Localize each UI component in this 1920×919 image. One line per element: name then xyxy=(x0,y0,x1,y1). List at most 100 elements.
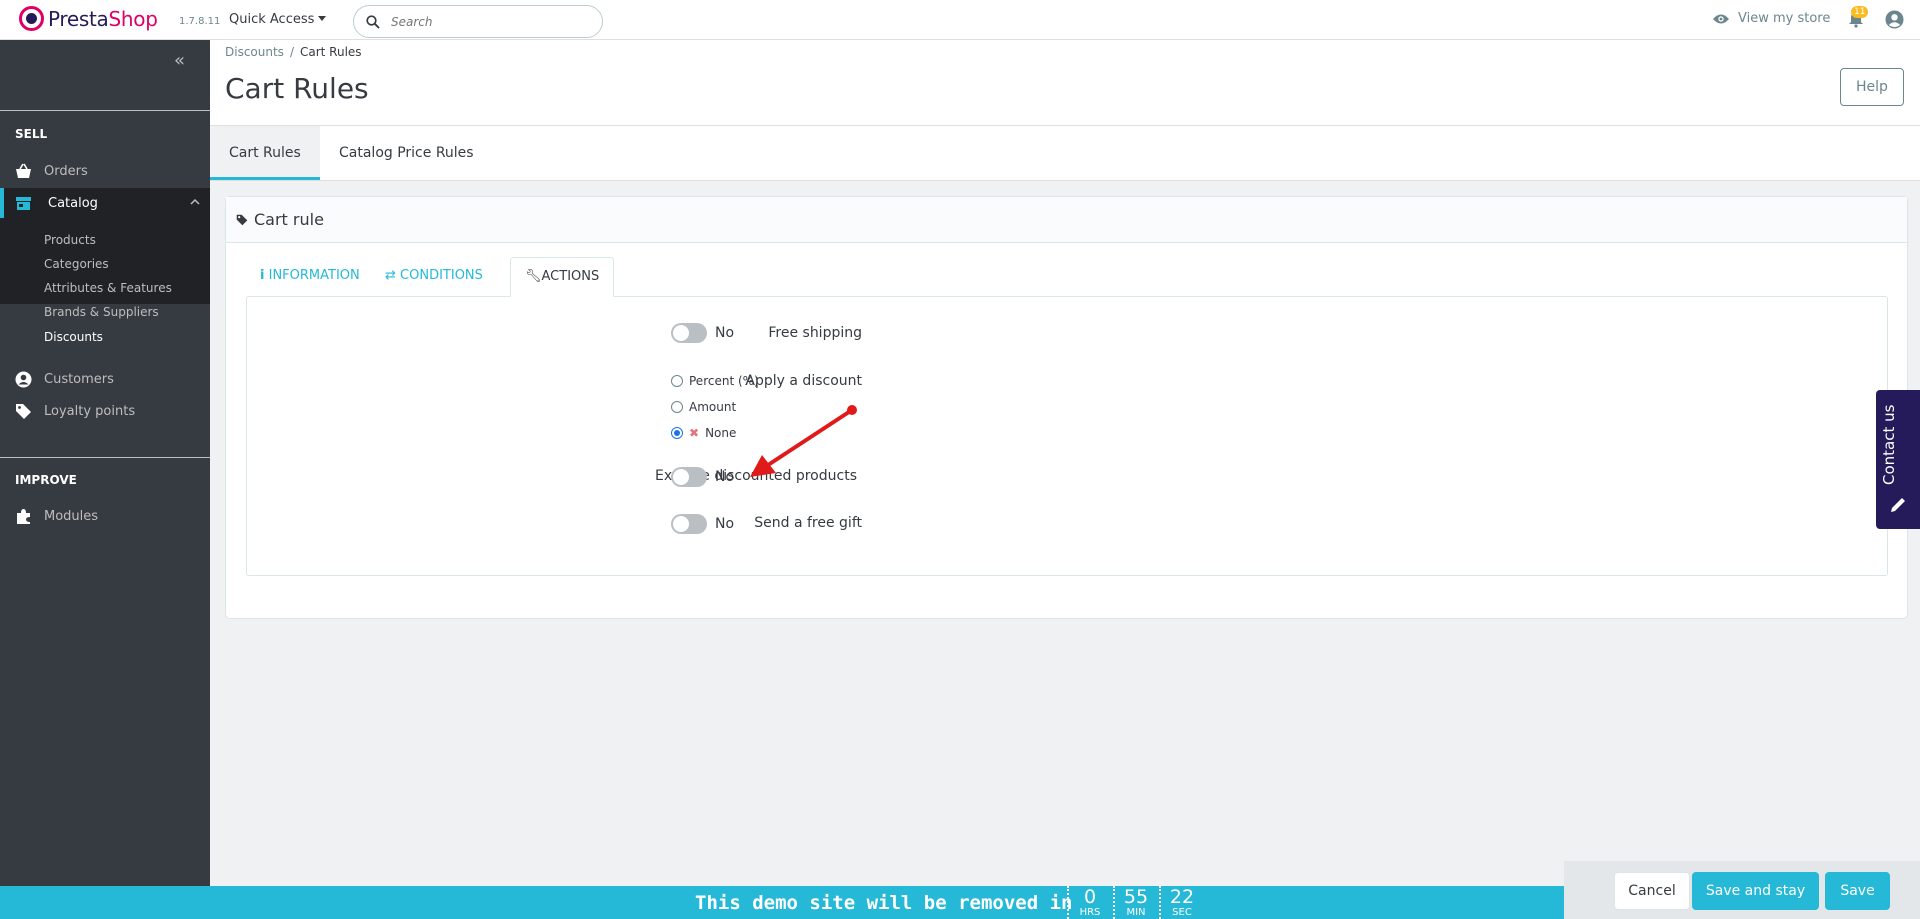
notification-badge: 11 xyxy=(1851,6,1869,18)
sidebar-item-orders[interactable]: Orders xyxy=(0,156,210,186)
view-my-store-link[interactable]: View my store xyxy=(1712,11,1830,26)
top-header: PrestaShop 1.7.8.11 Quick Access View my… xyxy=(0,0,1920,40)
sidebar-subitem-brands[interactable]: Brands & Suppliers xyxy=(44,305,159,319)
option-label: None xyxy=(705,426,737,440)
tab-label: ACTIONS xyxy=(541,269,600,284)
demo-text: This demo site will be removed in xyxy=(695,892,1073,914)
version-label: 1.7.8.11 xyxy=(179,16,221,27)
sidebar-item-modules[interactable]: Modules xyxy=(0,501,210,531)
divider xyxy=(0,457,210,458)
user-icon xyxy=(15,371,32,388)
shuffle-icon: ⇄ xyxy=(385,268,396,283)
breadcrumb-separator: / xyxy=(289,45,294,59)
collapse-sidebar-icon[interactable]: « xyxy=(174,50,185,71)
countdown-minutes: 55 MIN xyxy=(1113,886,1157,919)
apply-discount-label: Apply a discount xyxy=(745,373,862,389)
search-icon xyxy=(366,15,380,29)
panel-title: Cart rule xyxy=(236,210,324,229)
sidebar: « SELL Orders Catalog Products Categorie… xyxy=(0,40,210,886)
exclude-discounted-toggle[interactable] xyxy=(671,467,707,487)
tab-cart-rules[interactable]: Cart Rules xyxy=(210,126,320,180)
page-title: Cart Rules xyxy=(225,72,369,105)
save-button[interactable]: Save xyxy=(1825,872,1890,910)
section-title-sell: SELL xyxy=(15,127,48,141)
info-icon: i xyxy=(260,268,265,283)
discount-option-none[interactable]: ✖ None xyxy=(671,426,736,440)
page-header: Discounts / Cart Rules Cart Rules Help xyxy=(210,40,1920,126)
store-icon xyxy=(16,197,31,210)
tab-actions[interactable]: 🔧︎ACTIONS xyxy=(510,257,615,297)
page-tabs: Cart Rules Catalog Price Rules xyxy=(210,126,1920,181)
tab-conditions[interactable]: ⇄ CONDITIONS xyxy=(371,257,497,297)
panel-header: Cart rule xyxy=(226,197,1907,243)
countdown-value: 0 xyxy=(1083,886,1097,908)
tab-catalog-price-rules[interactable]: Catalog Price Rules xyxy=(320,126,493,180)
countdown-unit: HRS xyxy=(1079,907,1101,918)
countdown-unit: MIN xyxy=(1126,907,1146,918)
tag-icon xyxy=(236,214,248,225)
tab-label: CONDITIONS xyxy=(400,268,483,283)
sidebar-item-label: Customers xyxy=(44,371,114,387)
chevron-up-icon xyxy=(190,198,200,205)
tab-label: INFORMATION xyxy=(268,268,360,283)
sidebar-subitem-categories[interactable]: Categories xyxy=(44,257,109,271)
quick-access-dropdown[interactable]: Quick Access xyxy=(229,12,327,27)
free-gift-toggle[interactable] xyxy=(671,514,707,534)
sidebar-item-label: Loyalty points xyxy=(44,403,136,419)
annotation-arrow xyxy=(750,405,857,477)
eye-icon xyxy=(1713,14,1729,23)
wrench-icon: 🔧︎ xyxy=(525,269,542,284)
discount-option-amount[interactable]: Amount xyxy=(671,400,736,414)
radio-button[interactable] xyxy=(671,375,683,387)
prestashop-logo-icon xyxy=(19,6,44,31)
tag-icon xyxy=(16,404,31,419)
section-title-improve: IMPROVE xyxy=(15,473,77,487)
option-label: Amount xyxy=(689,400,737,414)
prestashop-logo[interactable]: PrestaShop xyxy=(19,6,158,31)
radio-button[interactable] xyxy=(671,401,683,413)
exclude-discounted-value: No xyxy=(715,469,735,485)
countdown-unit: SEC xyxy=(1172,907,1192,918)
logo-text: PrestaShop xyxy=(48,6,158,31)
search-box[interactable] xyxy=(353,5,603,38)
actions-form: Free shipping No Apply a discount Percen… xyxy=(246,296,1888,576)
view-store-label: View my store xyxy=(1738,11,1831,26)
breadcrumb-current: Cart Rules xyxy=(299,45,362,59)
breadcrumb-discounts[interactable]: Discounts xyxy=(225,45,284,59)
breadcrumb: Discounts / Cart Rules xyxy=(225,45,362,59)
free-gift-value: No xyxy=(715,516,735,532)
sidebar-item-label: Orders xyxy=(44,163,88,179)
demo-countdown-bar: This demo site will be removed in 0 HRS 5… xyxy=(0,886,1564,919)
tab-information[interactable]: i INFORMATION xyxy=(246,257,374,297)
close-icon: ✖ xyxy=(689,426,700,440)
sidebar-item-customers[interactable]: Customers xyxy=(0,364,210,394)
countdown-value: 22 xyxy=(1169,886,1195,908)
option-label: Percent (%) xyxy=(689,374,759,388)
sidebar-subitem-products[interactable]: Products xyxy=(44,233,96,247)
cart-rule-panel: Cart rule i INFORMATION ⇄ CONDITIONS 🔧︎A… xyxy=(225,196,1908,619)
countdown-value: 55 xyxy=(1123,886,1149,908)
sidebar-item-loyalty-points[interactable]: Loyalty points xyxy=(0,396,210,426)
account-icon[interactable] xyxy=(1885,10,1904,29)
sidebar-item-catalog[interactable]: Catalog xyxy=(0,188,210,218)
help-button[interactable]: Help xyxy=(1840,68,1904,106)
panel-title-text: Cart rule xyxy=(254,210,324,229)
contact-us-label: Contact us xyxy=(1880,404,1898,485)
discount-option-percent[interactable]: Percent (%) xyxy=(671,374,759,388)
search-input[interactable] xyxy=(391,12,591,32)
divider xyxy=(0,110,210,111)
save-and-stay-button[interactable]: Save and stay xyxy=(1692,872,1819,910)
pencil-icon xyxy=(1891,498,1905,512)
form-action-bar: Cancel Save and stay Save xyxy=(1564,861,1920,919)
radio-button-selected[interactable] xyxy=(671,427,683,439)
caret-down-icon xyxy=(318,16,327,21)
sidebar-subitem-discounts[interactable]: Discounts xyxy=(44,330,103,344)
free-shipping-value: No xyxy=(715,325,735,341)
sidebar-item-label: Modules xyxy=(44,508,99,524)
countdown-hours: 0 HRS xyxy=(1067,886,1111,919)
sidebar-subitem-attributes[interactable]: Attributes & Features xyxy=(44,281,172,295)
cancel-button[interactable]: Cancel xyxy=(1614,872,1690,910)
free-shipping-toggle[interactable] xyxy=(671,323,707,343)
contact-us-tab[interactable]: Contact us xyxy=(1876,390,1920,529)
countdown-seconds: 22 SEC xyxy=(1159,886,1203,919)
